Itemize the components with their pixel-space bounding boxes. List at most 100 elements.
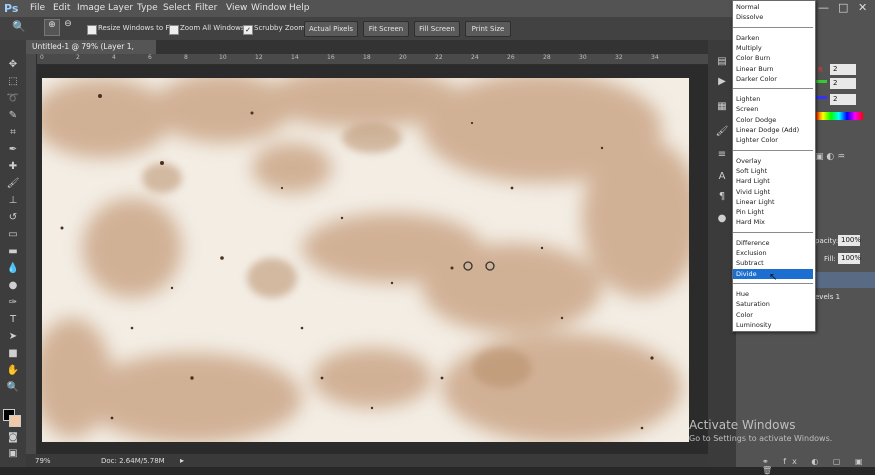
blend-mode-dropdown[interactable]: Normal Dissolve Darken Multiply Color Burn Li… — [732, 0, 816, 332]
blend-mode-option[interactable]: Subtract — [733, 258, 813, 268]
quick-select-tool-icon[interactable]: ✎ — [3, 109, 23, 123]
adjust-panel-icon[interactable]: ≡ — [712, 148, 732, 162]
healing-tool-icon[interactable]: ✚ — [3, 160, 23, 174]
quick-mask-icon[interactable]: ◙ — [3, 431, 23, 445]
status-menu-arrow-icon[interactable]: ▸ — [180, 456, 184, 465]
behance-icon[interactable]: ● — [712, 212, 732, 226]
brush-panel-icon[interactable]: 🖌 — [712, 125, 732, 139]
opacity-input[interactable]: 100% — [838, 235, 861, 246]
blue-value-input[interactable]: 2 — [830, 94, 856, 105]
blend-mode-option[interactable]: Color Burn — [733, 53, 813, 63]
menu-image[interactable]: Image — [77, 3, 105, 13]
print-size-button[interactable]: Print Size — [465, 21, 511, 37]
blend-mode-option[interactable]: Overlay — [733, 156, 813, 166]
menu-view[interactable]: View — [226, 3, 247, 13]
blend-mode-option[interactable]: Difference — [733, 238, 813, 248]
zoom-all-checkbox[interactable] — [169, 25, 179, 35]
blend-mode-option[interactable]: Hard Light — [733, 176, 813, 186]
gradient-tool-icon[interactable]: ▬ — [3, 245, 23, 259]
layer-name-levels[interactable]: evels 1 — [815, 293, 840, 301]
swatches-panel-icon[interactable]: ▦ — [712, 100, 732, 114]
blend-mode-option[interactable]: Hue — [733, 289, 813, 299]
blend-mode-option[interactable]: Pin Light — [733, 207, 813, 217]
menu-type[interactable]: Type — [137, 3, 158, 13]
blend-mode-option[interactable]: Hard Mix — [733, 217, 813, 227]
eraser-tool-icon[interactable]: ▭ — [3, 228, 23, 242]
menu-file[interactable]: File — [30, 3, 45, 13]
blend-mode-option[interactable]: Saturation — [733, 299, 813, 309]
blend-mode-option[interactable]: Screen — [733, 104, 813, 114]
blend-mode-option[interactable]: Darker Color — [733, 74, 813, 84]
minimize-button[interactable]: — — [818, 1, 829, 14]
zoom-tool-small-icon[interactable]: 🔍 — [3, 381, 23, 395]
status-zoom[interactable]: 79% — [35, 457, 51, 465]
zoom-tool-icon[interactable]: 🔍 — [12, 20, 26, 33]
scrubby-zoom-checkbox[interactable]: ✓ — [243, 25, 253, 35]
close-window-button[interactable]: ✕ — [858, 1, 867, 14]
history-panel-icon[interactable]: ▤ — [712, 55, 732, 69]
document-canvas[interactable] — [42, 78, 689, 442]
paragraph-panel-icon[interactable]: ¶ — [712, 190, 732, 204]
maximize-button[interactable]: □ — [838, 1, 848, 14]
color-spectrum[interactable] — [815, 112, 863, 120]
menu-layer[interactable]: Layer — [108, 3, 133, 13]
blend-mode-separator — [733, 88, 813, 90]
fill-screen-button[interactable]: Fill Screen — [414, 21, 460, 37]
menu-window[interactable]: Window — [251, 3, 287, 13]
background-color-swatch[interactable] — [9, 415, 21, 427]
menu-edit[interactable]: Edit — [53, 3, 70, 13]
blend-mode-option[interactable]: Dissolve — [733, 12, 813, 22]
menu-help[interactable]: Help — [289, 3, 310, 13]
blend-mode-option[interactable]: Color Dodge — [733, 115, 813, 125]
layer-row-selected[interactable] — [815, 272, 875, 288]
history-brush-icon[interactable]: ↺ — [3, 211, 23, 225]
green-value-input[interactable]: 2 — [830, 78, 856, 89]
zoom-in-icon[interactable]: ⊕ — [44, 19, 60, 36]
blend-mode-option[interactable]: Exclusion — [733, 248, 813, 258]
blend-mode-option[interactable]: Multiply — [733, 43, 813, 53]
blend-mode-option[interactable]: Linear Light — [733, 197, 813, 207]
blue-channel-slider[interactable] — [815, 96, 827, 99]
green-channel-slider[interactable] — [815, 80, 827, 83]
blend-mode-option[interactable]: Lighten — [733, 94, 813, 104]
menu-select[interactable]: Select — [163, 3, 191, 13]
move-tool-icon[interactable]: ✥ — [3, 58, 23, 72]
blend-mode-option[interactable]: Darken — [733, 33, 813, 43]
hand-tool-icon[interactable]: ✋ — [3, 364, 23, 378]
lasso-tool-icon[interactable]: ➰ — [3, 92, 23, 106]
document-tab[interactable]: Untitled-1 @ 79% (Layer 1, RGB/8) * × — [26, 40, 156, 65]
actions-panel-icon[interactable]: ▶ — [712, 75, 732, 89]
stamp-tool-icon[interactable]: ⊥ — [3, 194, 23, 208]
blend-mode-option[interactable]: Soft Light — [733, 166, 813, 176]
shape-tool-icon[interactable]: ■ — [3, 347, 23, 361]
blend-mode-separator — [733, 231, 813, 233]
blend-mode-option[interactable]: Normal — [733, 2, 813, 12]
zoom-out-icon[interactable]: ⊖ — [61, 19, 75, 34]
path-select-tool-icon[interactable]: ➤ — [3, 330, 23, 344]
actual-pixels-button[interactable]: Actual Pixels — [304, 21, 358, 37]
crop-tool-icon[interactable]: ⌗ — [3, 126, 23, 140]
character-panel-icon[interactable]: A — [712, 170, 732, 184]
blend-mode-option[interactable]: Color — [733, 310, 813, 320]
blend-mode-option[interactable]: Lighter Color — [733, 135, 813, 145]
ruler-mark: 24 — [471, 54, 479, 61]
blur-tool-icon[interactable]: 💧 — [3, 262, 23, 276]
dodge-tool-icon[interactable]: ● — [3, 279, 23, 293]
type-tool-icon[interactable]: T — [3, 313, 23, 327]
adjustments-icons[interactable]: ▣ ◐ ♒ — [815, 152, 845, 162]
pen-tool-icon[interactable]: ✑ — [3, 296, 23, 310]
fit-screen-button[interactable]: Fit Screen — [363, 21, 409, 37]
blend-mode-option[interactable]: Linear Burn — [733, 64, 813, 74]
blend-mode-option[interactable]: Linear Dodge (Add) — [733, 125, 813, 135]
blend-mode-option[interactable]: Luminosity — [733, 320, 813, 330]
resize-windows-checkbox[interactable] — [87, 25, 97, 35]
layers-panel-footer-icons[interactable]: ⚭ fx ◐ ▢ ▣ 🗑 — [762, 457, 875, 475]
brush-tool-icon[interactable]: 🖌 — [3, 177, 23, 191]
marquee-tool-icon[interactable]: ⬚ — [3, 75, 23, 89]
eyedropper-tool-icon[interactable]: ✒ — [3, 143, 23, 157]
screen-mode-icon[interactable]: ▣ — [3, 447, 23, 461]
red-value-input[interactable]: 2 — [830, 64, 856, 75]
blend-mode-option[interactable]: Vivid Light — [733, 187, 813, 197]
menu-filter[interactable]: Filter — [195, 3, 217, 13]
fill-input[interactable]: 100% — [838, 253, 861, 264]
